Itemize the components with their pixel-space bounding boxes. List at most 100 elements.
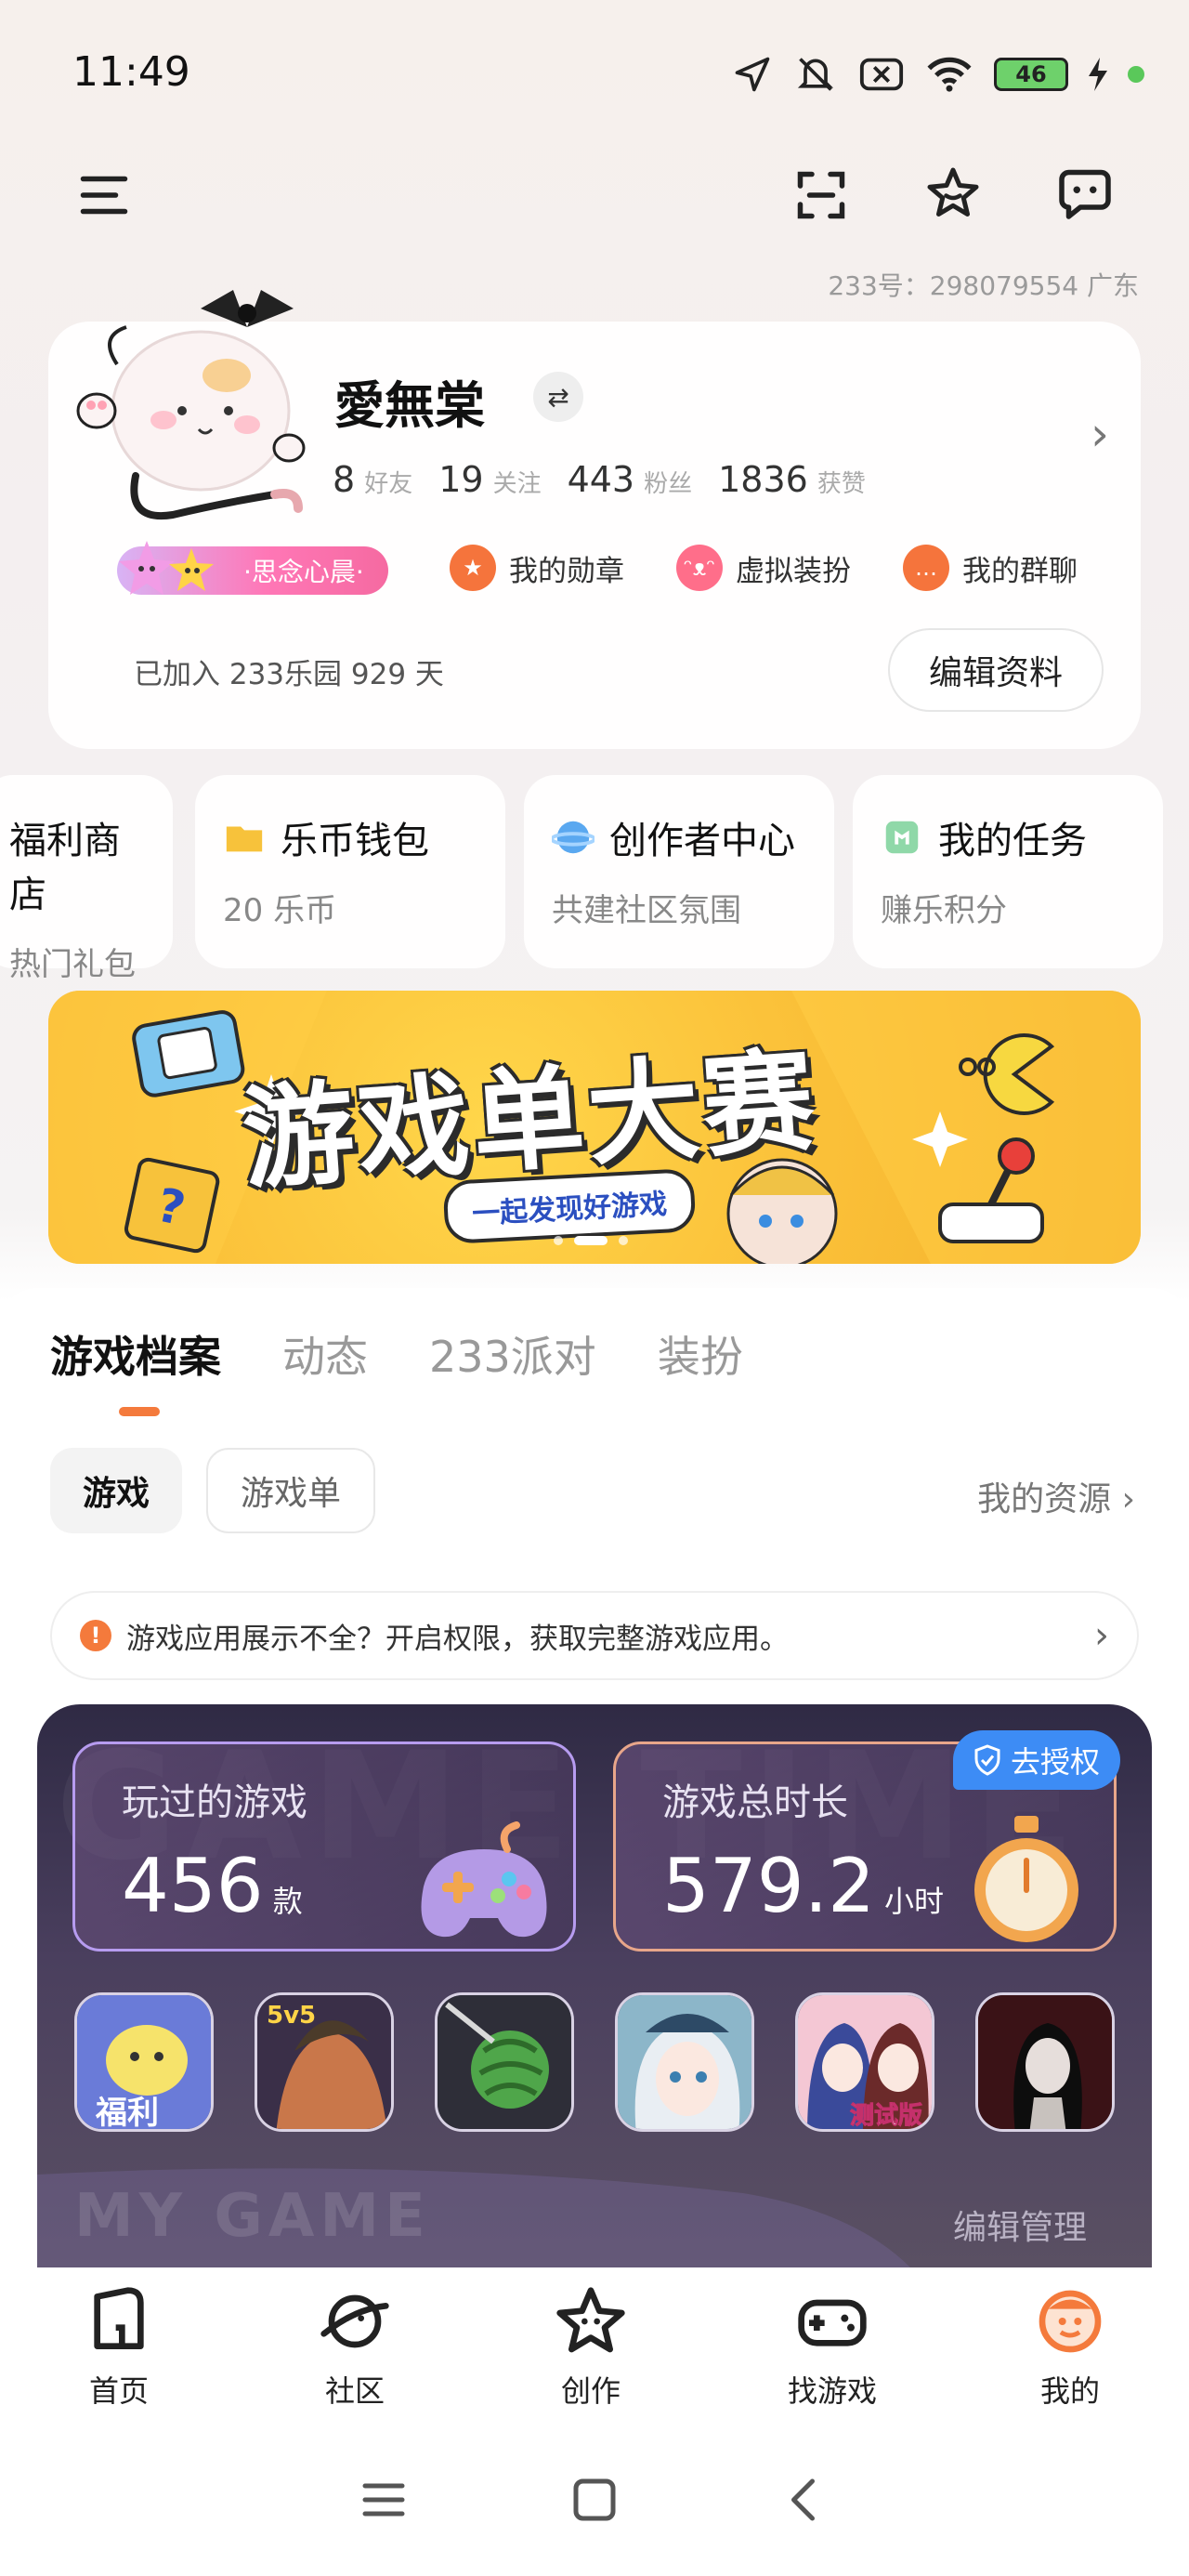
game-horror-icon[interactable] [975, 1992, 1115, 2132]
game-anime-girl-art [618, 1995, 751, 2129]
tab-dressup[interactable]: 装扮 [658, 1323, 743, 1385]
shortcut-dressup-label: 虚拟装扮 [736, 554, 851, 588]
banner-subtitle: 一起发现好游戏 [442, 1167, 697, 1245]
quick-card-sub: 热门礼包 [9, 946, 136, 983]
nav-me-label: 我的 [1039, 2373, 1100, 2409]
gamepad-icon [798, 2299, 867, 2346]
star-icon[interactable] [925, 165, 981, 221]
profile-stats: 8 好友 19 关注 443 粉丝 1836 获赞 [333, 459, 882, 500]
game-watermelon-art [438, 1995, 571, 2129]
status-icons: 46 [732, 54, 1144, 95]
username: 愛無棠 [334, 376, 485, 435]
medal-icon: ★ [450, 545, 496, 591]
shortcut-medals[interactable]: ★ 我的勋章 [450, 545, 624, 591]
avatar[interactable] [61, 271, 321, 532]
stopwatch-3d-icon [974, 1816, 1078, 1942]
permission-notice[interactable]: ! 游戏应用展示不全？开启权限，获取完整游戏应用。 › [50, 1591, 1139, 1680]
total-playtime-unit: 小时 [884, 1884, 945, 1919]
game-anime-girl-icon[interactable] [615, 1992, 754, 2132]
game-5v5-label: 5v5 [267, 2002, 316, 2030]
followers-label: 粉丝 [644, 470, 693, 498]
nav-create[interactable]: 创作 [516, 2284, 665, 2411]
banner-dot-active [574, 1236, 608, 1245]
mute-icon [797, 58, 834, 91]
tab-game-archive[interactable]: 游戏档案 [50, 1323, 221, 1385]
group-chat-icon: … [903, 545, 949, 591]
total-playtime-value: 579.2 [662, 1843, 876, 1929]
quick-card-title: 我的任务 [938, 820, 1087, 862]
game-fuli-icon[interactable]: 福利 [74, 1992, 214, 2132]
game-horror-art [978, 1995, 1112, 2129]
profile-tabs: 游戏档案 动态 233派对 装扮 [50, 1323, 743, 1385]
quick-card-welfare-shop[interactable]: 福利商店 热门礼包 [0, 775, 173, 983]
likes-label: 获赞 [817, 470, 866, 498]
quick-card-sub: 赚乐积分 [881, 892, 1007, 929]
scan-icon[interactable] [793, 167, 849, 223]
authorize-label: 去授权 [1011, 1744, 1101, 1780]
home-icon [94, 2287, 144, 2349]
quick-card-title: 乐币钱包 [281, 820, 429, 862]
nav-community-label: 社区 [324, 2373, 385, 2409]
home-square-icon[interactable] [567, 2472, 622, 2528]
planet-icon [320, 2294, 389, 2348]
wifi-icon [927, 57, 972, 92]
filter-games[interactable]: 游戏 [50, 1448, 182, 1533]
following-label: 关注 [492, 470, 542, 498]
quick-card-creator-center[interactable]: 创作者中心 共建社区氛围 [524, 775, 834, 968]
nav-find-games-label: 找游戏 [787, 2373, 877, 2409]
create-star-icon [556, 2287, 625, 2353]
game-5v5-icon[interactable]: 5v5 [255, 1992, 394, 2132]
likes-count[interactable]: 1836 [718, 459, 808, 500]
edit-profile-button[interactable]: 编辑资料 [888, 628, 1104, 712]
nav-me[interactable]: 我的 [996, 2284, 1144, 2411]
friends-count[interactable]: 8 [333, 459, 355, 500]
quick-card-my-tasks[interactable]: 我的任务 赚乐积分 [853, 775, 1163, 968]
nav-find-games[interactable]: 找游戏 [758, 2284, 907, 2411]
game-fuli-label: 福利 [95, 2095, 159, 2132]
games-played-value: 456 [122, 1843, 264, 1929]
tab-233-party[interactable]: 233派对 [429, 1323, 596, 1385]
nav-home[interactable]: 首页 [45, 2284, 193, 2411]
my-resources-link[interactable]: 我的资源 › [977, 1472, 1135, 1520]
message-icon[interactable] [1057, 165, 1113, 221]
charging-icon [1089, 58, 1107, 91]
title-badge-stars-icon [119, 541, 214, 595]
profile-icon [1039, 2290, 1102, 2353]
back-icon[interactable] [777, 2472, 833, 2528]
edit-manage-button[interactable]: 编辑管理 [953, 2201, 1087, 2249]
nav-create-label: 创作 [560, 2373, 621, 2409]
quick-card-title: 创作者中心 [609, 820, 795, 862]
indicator-dot [1128, 66, 1144, 83]
banner-dot [619, 1236, 628, 1245]
chevron-right-icon: › [1094, 1614, 1109, 1657]
banner-pagination [554, 1236, 628, 1245]
following-count[interactable]: 19 [438, 459, 483, 500]
banner-dot [554, 1236, 563, 1245]
game-watermelon-icon[interactable] [435, 1992, 574, 2132]
menu-icon[interactable] [76, 167, 132, 223]
permission-notice-text: 游戏应用展示不全？开启权限，获取完整游戏应用。 [126, 1622, 789, 1656]
quick-card-wallet[interactable]: 乐币钱包 20 乐币 [195, 775, 505, 968]
nav-community[interactable]: 社区 [281, 2284, 429, 2411]
shortcut-group-chat[interactable]: … 我的群聊 [903, 545, 1078, 591]
system-nav [0, 2472, 1189, 2528]
friends-label: 好友 [364, 470, 413, 498]
joined-days: 已加入 233乐园 929 天 [134, 658, 444, 691]
status-time: 11:49 [72, 48, 190, 96]
filter-game-lists[interactable]: 游戏单 [206, 1448, 375, 1533]
recent-apps-icon[interactable] [356, 2472, 412, 2528]
user-id-line: 233号：298079554 广东 [828, 270, 1139, 301]
game-fuli-art: 福利 [77, 1995, 211, 2132]
switch-account-icon[interactable]: ⇄ [533, 372, 583, 422]
tab-indicator [119, 1407, 160, 1416]
location-icon [735, 57, 770, 92]
authorize-button[interactable]: 去授权 [953, 1730, 1121, 1790]
profile-chevron-right-icon[interactable]: › [1091, 407, 1109, 461]
shortcut-dressup[interactable]: ᵔᴥᵔ 虚拟装扮 [676, 545, 851, 591]
game-sakura-icon[interactable]: 测试版 [795, 1992, 934, 2132]
game-5v5-art: 5v5 [257, 1995, 391, 2129]
quick-card-sub: 20 乐币 [223, 892, 337, 929]
tab-feed[interactable]: 动态 [282, 1323, 368, 1385]
game-sakura-label: 测试版 [850, 2102, 922, 2130]
followers-count[interactable]: 443 [568, 459, 635, 500]
